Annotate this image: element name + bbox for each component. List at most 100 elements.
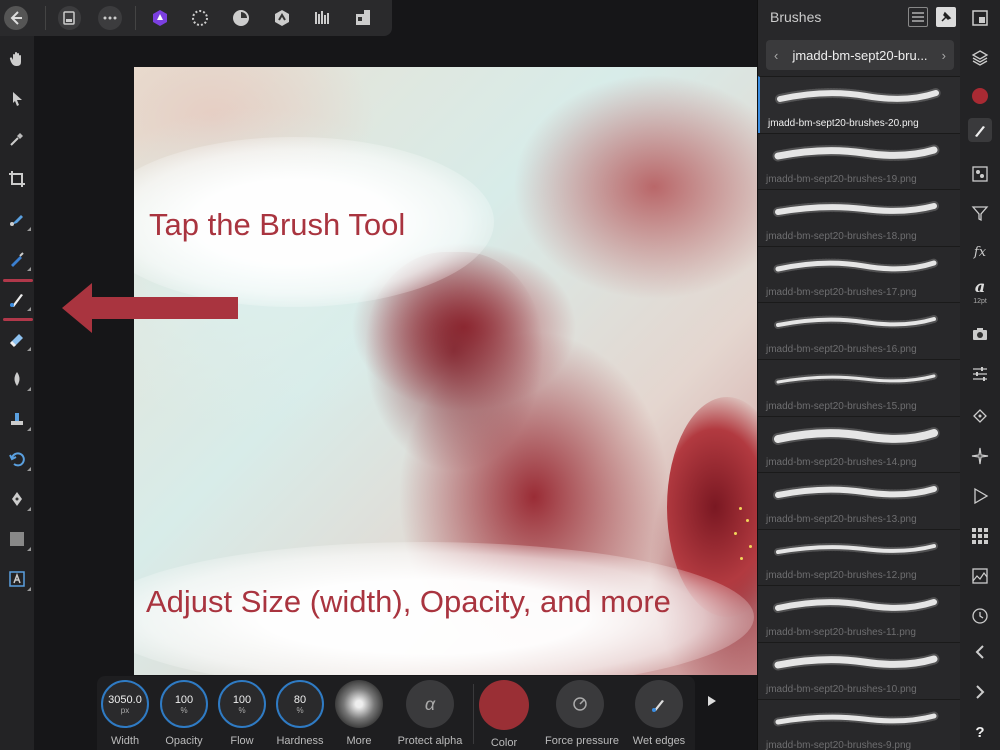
brush-item[interactable]: jmadd-bm-sept20-brushes-20.png: [758, 76, 961, 133]
photo-persona-icon[interactable]: [148, 6, 172, 30]
selection-brush-tool-icon[interactable]: [4, 206, 31, 232]
layers-icon[interactable]: [968, 46, 992, 70]
brush-item[interactable]: jmadd-bm-sept20-brushes-13.png: [758, 472, 961, 529]
brush-item[interactable]: jmadd-bm-sept20-brushes-10.png: [758, 641, 961, 699]
brush-stroke-preview: [774, 315, 938, 330]
top-toolbar: [0, 0, 392, 36]
export-persona-icon[interactable]: [311, 6, 335, 30]
brush-item[interactable]: jmadd-bm-sept20-brushes-18.png: [758, 189, 961, 246]
wet-edges-button[interactable]: [635, 680, 683, 728]
brush-item[interactable]: jmadd-bm-sept20-brushes-9.png: [758, 698, 961, 750]
develop-persona-icon[interactable]: [229, 6, 253, 30]
protect-alpha-button[interactable]: α: [406, 680, 454, 728]
dodge-tool-icon[interactable]: [4, 366, 31, 392]
tone-mapping-persona-icon[interactable]: [270, 6, 294, 30]
brush-stroke-preview: [773, 201, 939, 218]
brushes-panel-title: Brushes: [770, 9, 822, 25]
brush-item[interactable]: jmadd-bm-sept20-brushes-14.png: [758, 415, 961, 473]
erase-tool-icon[interactable]: [4, 326, 31, 352]
document-canvas[interactable]: Tap the Brush Tool Adjust Size (width), …: [134, 67, 757, 675]
chevron-left-icon[interactable]: ‹: [774, 48, 778, 63]
text-tool-icon[interactable]: [4, 566, 31, 592]
sliders-icon[interactable]: [968, 362, 992, 386]
brush-icon: [652, 700, 664, 712]
rectangle-tool-icon[interactable]: [4, 526, 31, 552]
navigator-star-icon[interactable]: [968, 444, 992, 468]
brush-category-name: jmadd-bm-sept20-bru...: [792, 47, 928, 63]
arrow-pointing-left-icon: [62, 283, 238, 333]
transform-icon[interactable]: [968, 404, 992, 428]
list-view-icon[interactable]: [908, 7, 928, 27]
undo-chevron-icon[interactable]: [968, 640, 992, 664]
brushes-panel: Brushes ‹ jmadd-bm-sept20-bru... › jmadd…: [757, 0, 961, 750]
affinity-photo-window: Tap the Brush Tool Adjust Size (width), …: [0, 0, 1000, 750]
swatches-grid-icon[interactable]: [968, 524, 992, 548]
force-pressure-control[interactable]: Force pressure: [545, 680, 619, 747]
snapshots-camera-icon[interactable]: [968, 322, 992, 346]
brush-name: jmadd-bm-sept20-brushes-10.png: [766, 683, 917, 695]
font-size-label: 12pt: [973, 298, 987, 305]
undo-brush-tool-icon[interactable]: [4, 446, 31, 472]
assistant-icon[interactable]: [351, 6, 375, 30]
effects-fx-icon[interactable]: fx: [968, 240, 992, 264]
liquify-persona-icon[interactable]: [189, 6, 213, 30]
width-dial[interactable]: 3050.0 px: [101, 680, 149, 728]
force-pressure-button[interactable]: [556, 680, 604, 728]
color-picker-tool-icon[interactable]: [4, 126, 30, 152]
protect-alpha-control[interactable]: α Protect alpha: [395, 680, 465, 747]
chevron-right-icon[interactable]: ›: [942, 48, 946, 63]
back-icon[interactable]: [4, 6, 28, 30]
histogram-icon[interactable]: [968, 564, 992, 588]
adjustments-filter-icon[interactable]: [968, 201, 992, 225]
macro-play-icon[interactable]: [968, 484, 992, 508]
flow-dial[interactable]: 100 %: [218, 680, 266, 728]
character-icon[interactable]: a 12pt: [968, 277, 992, 306]
opacity-dial[interactable]: 100 %: [160, 680, 208, 728]
brush-name: jmadd-bm-sept20-brushes-13.png: [766, 513, 917, 525]
wet-edges-control[interactable]: Wet edges: [624, 680, 694, 747]
paint-brush-tool-icon[interactable]: [4, 286, 31, 312]
hardness-dial[interactable]: 80 %: [276, 680, 324, 728]
pin-icon[interactable]: [936, 7, 956, 27]
color-swatch[interactable]: [479, 680, 529, 730]
brush-item[interactable]: jmadd-bm-sept20-brushes-16.png: [758, 302, 961, 359]
more-icon[interactable]: [98, 6, 122, 30]
brush-name: jmadd-bm-sept20-brushes-12.png: [766, 570, 917, 582]
crop-tool-icon[interactable]: [4, 166, 30, 192]
channels-icon[interactable]: [968, 162, 992, 186]
more-label: More: [346, 735, 372, 747]
brush-item[interactable]: jmadd-bm-sept20-brushes-17.png: [758, 245, 961, 303]
more-control[interactable]: More: [324, 680, 394, 747]
protect-alpha-label: Protect alpha: [397, 735, 463, 747]
clone-tool-icon[interactable]: [4, 406, 31, 432]
brush-preview-thumbnail[interactable]: [335, 680, 383, 728]
history-clock-icon[interactable]: [968, 604, 992, 628]
color-control[interactable]: Color: [469, 680, 539, 749]
flood-select-tool-icon[interactable]: [4, 246, 31, 272]
brush-name: jmadd-bm-sept20-brushes-20.png: [768, 117, 919, 129]
brushes-panel-icon[interactable]: [968, 118, 992, 142]
document-icon[interactable]: [57, 6, 82, 30]
brushes-panel-header: Brushes: [758, 0, 960, 34]
brush-name: jmadd-bm-sept20-brushes-17.png: [766, 287, 917, 299]
annotation-tap-brush: Tap the Brush Tool: [149, 207, 406, 242]
brush-item[interactable]: jmadd-bm-sept20-brushes-15.png: [758, 358, 961, 416]
redo-chevron-icon[interactable]: [968, 680, 992, 704]
expand-toolbar-play-icon[interactable]: [706, 694, 718, 708]
brush-name: jmadd-bm-sept20-brushes-19.png: [766, 174, 917, 186]
brush-name: jmadd-bm-sept20-brushes-9.png: [766, 740, 912, 750]
help-icon[interactable]: ?: [968, 720, 992, 744]
brush-stroke-preview: [774, 541, 938, 556]
navigator-icon[interactable]: [968, 6, 992, 30]
brush-category-selector[interactable]: ‹ jmadd-bm-sept20-bru... ›: [766, 40, 954, 70]
brush-stroke-preview: [773, 597, 939, 614]
brush-list[interactable]: jmadd-bm-sept20-brushes-20.png jmadd-bm-s…: [758, 76, 961, 750]
brush-item[interactable]: jmadd-bm-sept20-brushes-11.png: [758, 585, 961, 642]
color-panel-icon[interactable]: [968, 84, 992, 108]
pen-tool-icon[interactable]: [4, 486, 31, 512]
brush-stroke-preview: [773, 258, 939, 274]
brush-item[interactable]: jmadd-bm-sept20-brushes-12.png: [758, 528, 961, 586]
view-tool-hand-icon[interactable]: [4, 46, 30, 72]
move-tool-icon[interactable]: [4, 86, 30, 112]
brush-item[interactable]: jmadd-bm-sept20-brushes-19.png: [758, 132, 961, 190]
